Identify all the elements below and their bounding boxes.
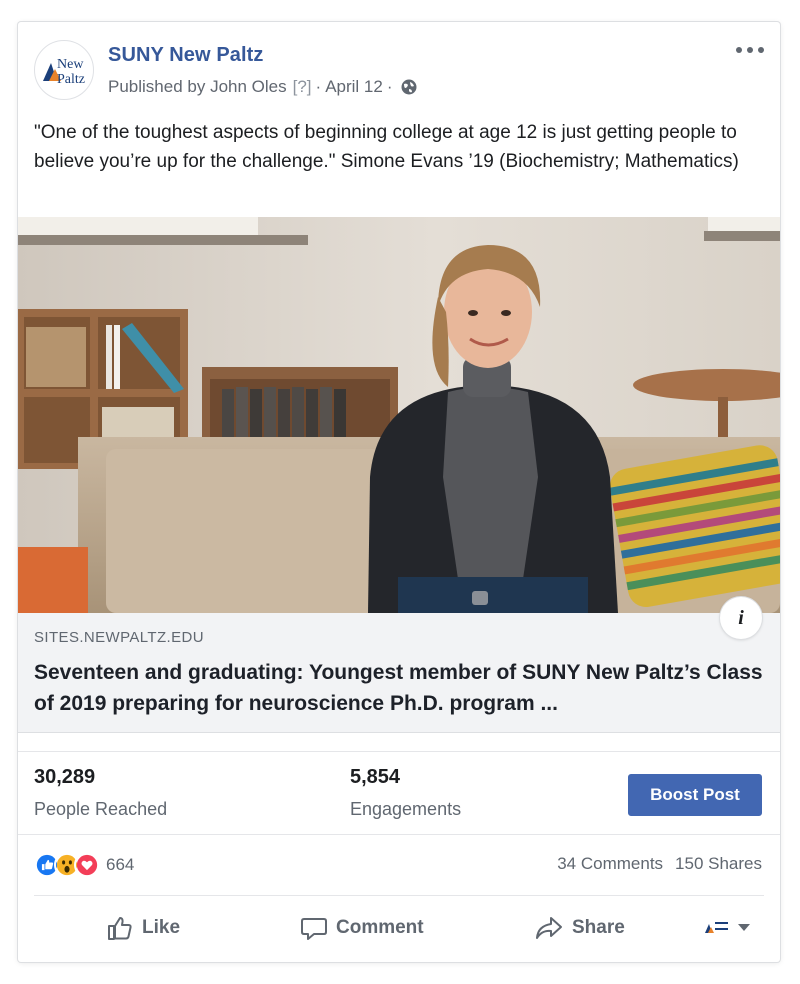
stat-engagements[interactable]: 5,854 Engagements (350, 766, 461, 820)
comment-label: Comment (336, 917, 424, 938)
comment-button[interactable]: Comment (300, 908, 424, 948)
suny-new-paltz-logo: New Paltz (43, 57, 85, 87)
info-icon[interactable]: i (720, 597, 762, 639)
post-text: "One of the toughest aspects of beginnin… (34, 122, 739, 172)
reaction-count: 664 (106, 855, 135, 874)
page-name-link[interactable]: SUNY New Paltz (108, 44, 264, 67)
thumbs-up-icon (108, 917, 132, 940)
student-portrait-image (18, 217, 780, 613)
divider (18, 834, 780, 835)
like-button[interactable]: Like (106, 908, 180, 948)
comments-count[interactable]: 34 Comments (557, 854, 663, 874)
more-options-button[interactable] (736, 42, 764, 58)
post-date[interactable]: April 12 (325, 77, 383, 97)
post-header: New Paltz SUNY New Paltz Published by Jo… (18, 22, 780, 102)
dot-icon (747, 47, 753, 53)
dot-icon (736, 47, 742, 53)
post-photo[interactable] (18, 217, 780, 613)
divider (18, 751, 780, 752)
published-by[interactable]: Published by John Oles (108, 77, 287, 97)
link-title[interactable]: Seventeen and graduating: Youngest membe… (34, 657, 770, 719)
comment-icon (301, 918, 327, 940)
post-meta: Published by John Oles [?] · April 12 · (108, 77, 417, 97)
engagements-label: Engagements (350, 799, 462, 819)
like-label: Like (142, 917, 181, 938)
share-button[interactable]: Share (534, 908, 625, 948)
stat-people-reached[interactable]: 30,289 People Reached (34, 766, 167, 820)
post-as-selector[interactable] (704, 918, 750, 936)
meta-separator-2: · (386, 77, 393, 96)
page-avatar[interactable]: New Paltz (34, 40, 94, 100)
reactions-summary[interactable]: 664 (34, 852, 134, 878)
help-marker[interactable]: [?] (293, 77, 312, 97)
boost-post-button[interactable]: Boost Post (628, 774, 762, 816)
people-reached-label: People Reached (34, 799, 168, 819)
avatar-line1: New (57, 57, 84, 72)
divider (34, 895, 764, 896)
people-reached-value: 30,289 (34, 766, 96, 788)
love-icon (74, 852, 100, 878)
page-mini-logo-icon (705, 922, 728, 933)
link-preview[interactable]: i SITES.NEWPALTZ.EDU Seventeen and gradu… (18, 597, 780, 733)
link-domain: SITES.NEWPALTZ.EDU (34, 629, 204, 646)
meta-separator-1: · (315, 77, 322, 96)
share-arrow-icon (536, 917, 562, 939)
chevron-down-icon (738, 923, 750, 931)
engagements-value: 5,854 (350, 766, 401, 788)
engagement-counts: 34 Comments 150 Shares (557, 854, 762, 874)
share-label: Share (572, 917, 625, 938)
shares-count[interactable]: 150 Shares (675, 854, 762, 874)
dot-icon (758, 47, 764, 53)
globe-icon[interactable] (401, 79, 417, 95)
avatar-line2: Paltz (57, 72, 85, 87)
post-card: New Paltz SUNY New Paltz Published by Jo… (18, 22, 780, 962)
